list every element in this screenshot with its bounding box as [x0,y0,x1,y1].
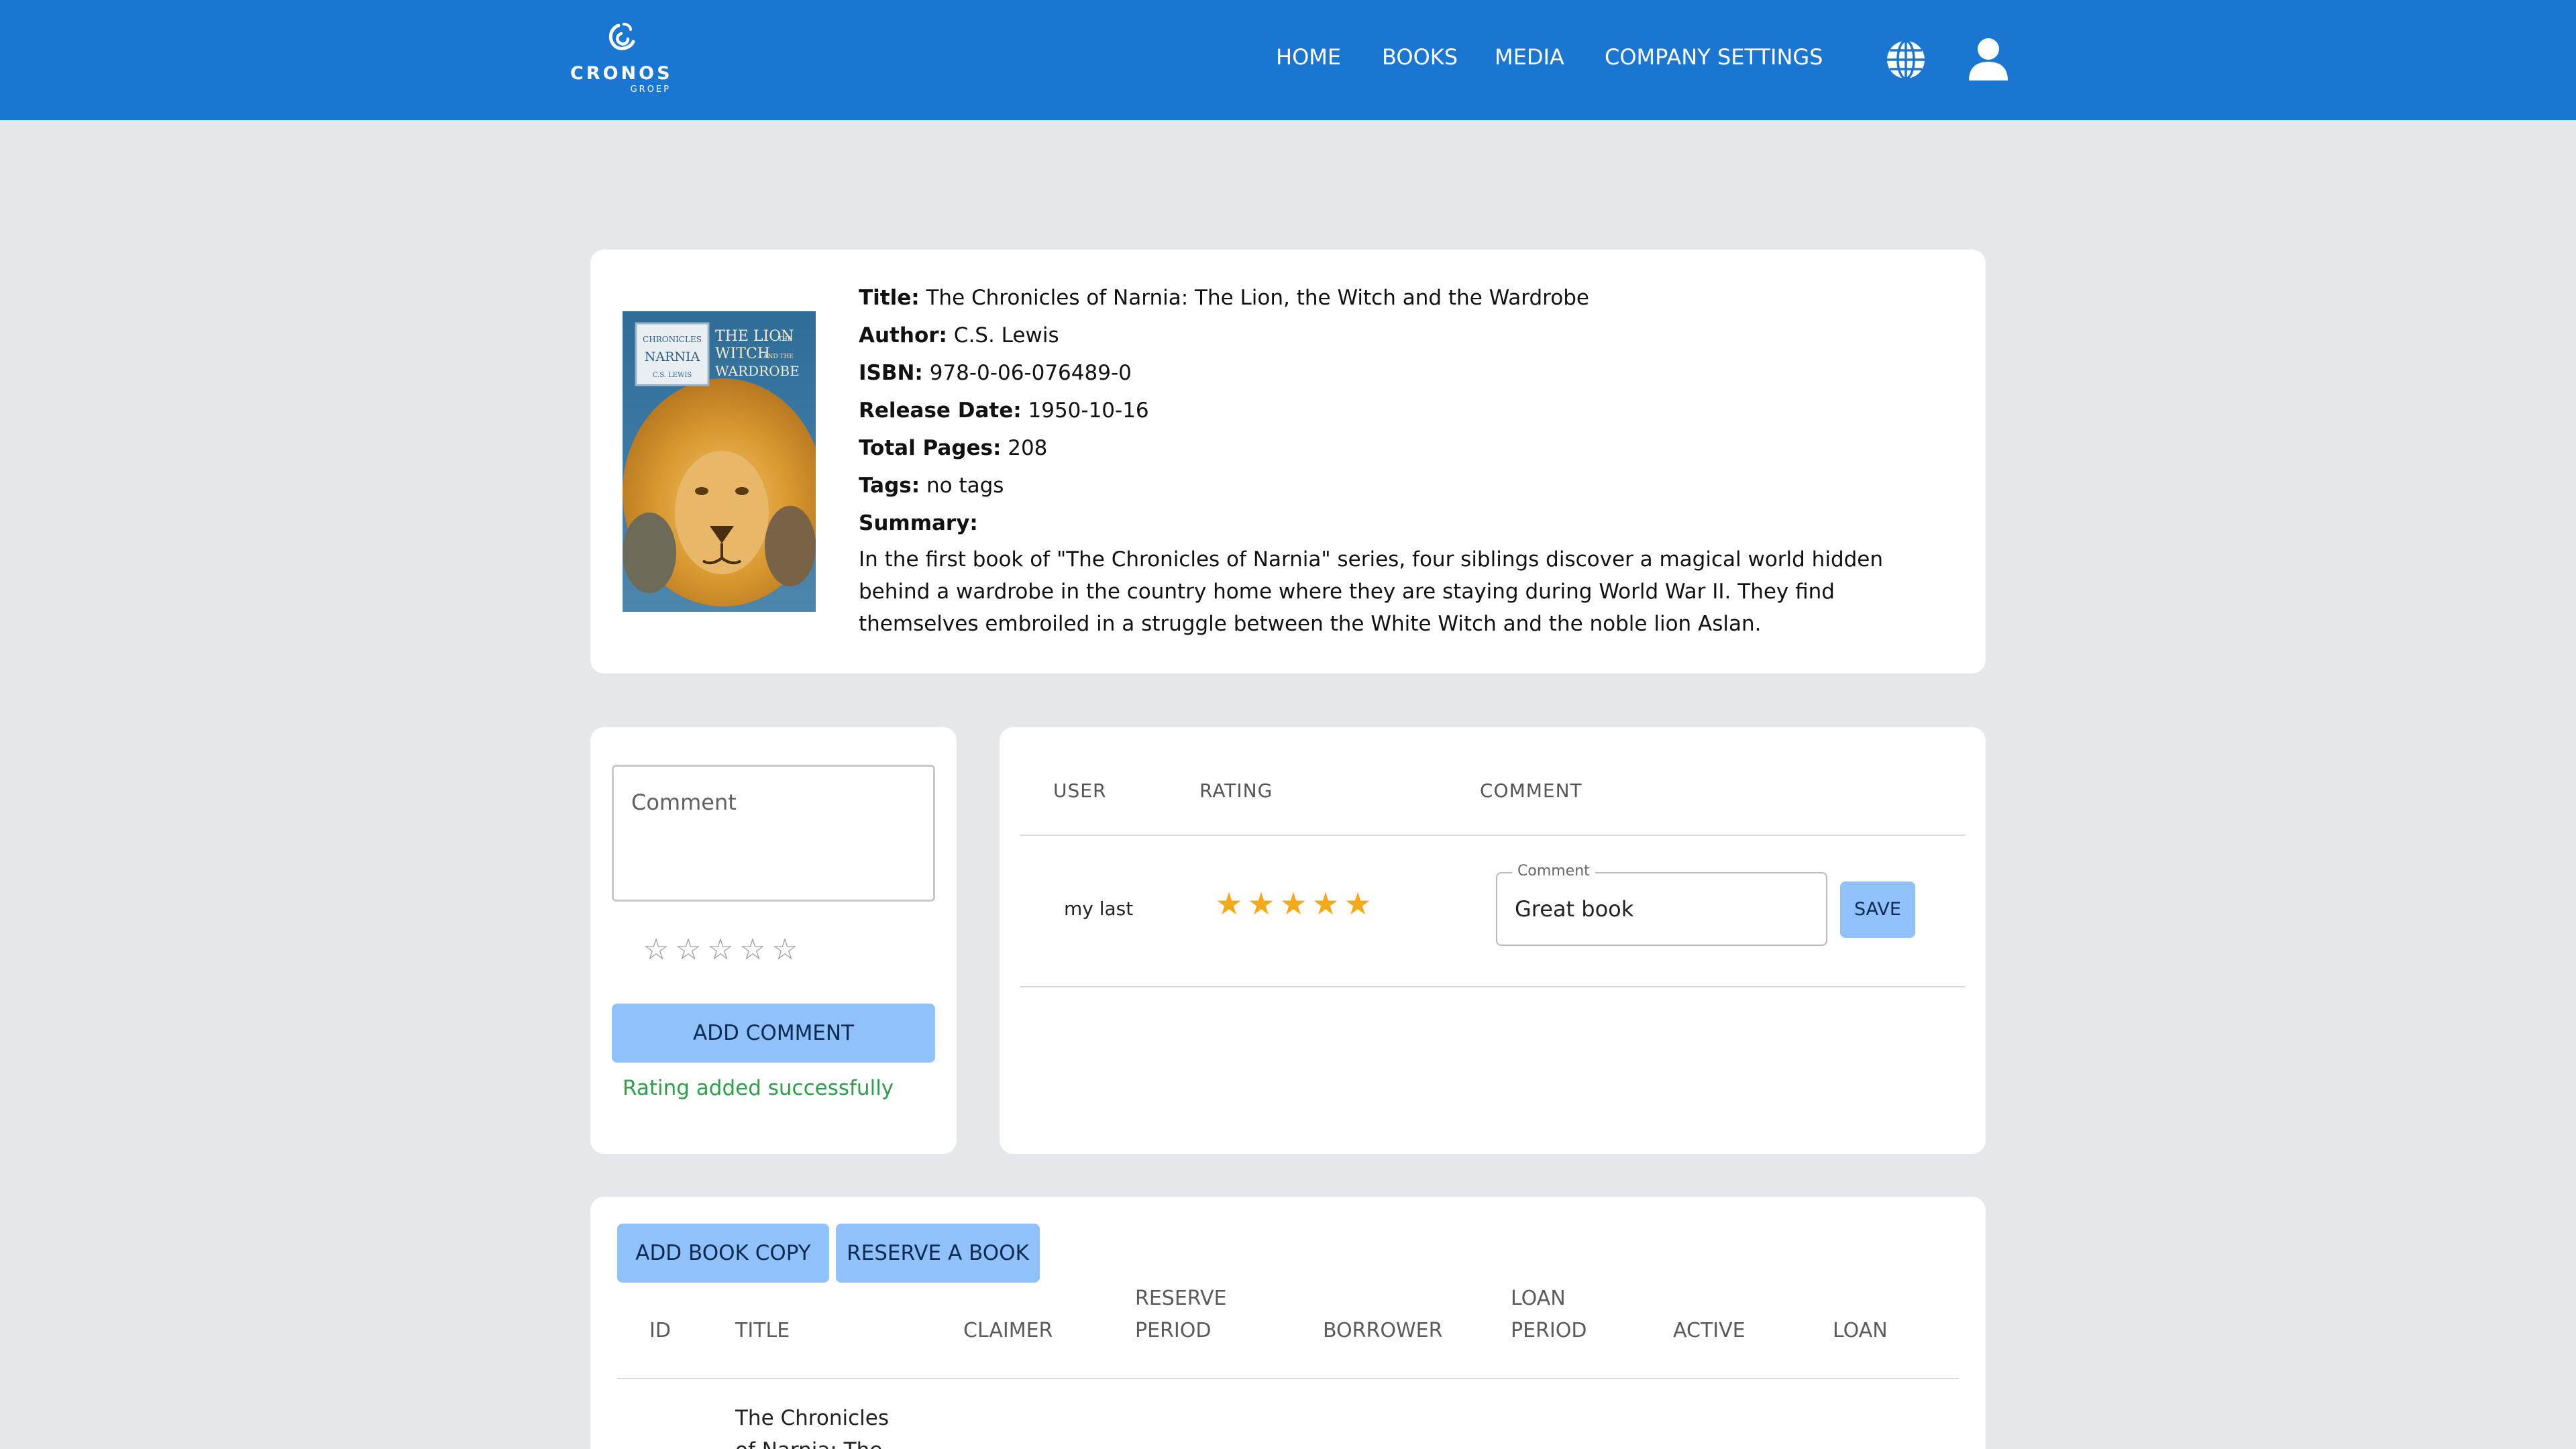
isbn-row: ISBN: 978-0-06-076489-0 [859,354,1905,392]
star-empty-icon[interactable]: ☆ [769,932,801,967]
rating-user: my last [1064,898,1134,920]
book-info: Title: The Chronicles of Narnia: The Lio… [859,279,1905,640]
column-header-borrower: BORROWER [1323,1319,1443,1342]
book-author: C.S. Lewis [953,323,1059,347]
cronos-logo[interactable]: CRONOS GROEP [570,23,672,98]
book-isbn: 978-0-06-076489-0 [929,361,1132,385]
isbn-label: ISBN: [859,361,923,385]
column-header-rating: RATING [1199,780,1273,802]
book-summary: In the first book of "The Chronicles of … [859,547,1884,636]
add-book-copy-button[interactable]: ADD BOOK COPY [617,1224,829,1283]
comment-field-value[interactable]: Great book [1515,896,1633,922]
star-filled-icon: ★ [1247,885,1275,922]
logo-subtitle: GROEP [630,85,671,95]
summary-label: Summary: [859,511,978,535]
nav-company-settings[interactable]: COMPANY SETTINGS [1605,44,1823,70]
column-header-claimer: CLAIMER [963,1319,1053,1342]
star-filled-icon: ★ [1311,885,1340,922]
nav-media[interactable]: MEDIA [1495,44,1564,70]
row-divider [1020,986,1966,987]
cover-and-the: AND THE [763,354,794,360]
logo-wordmark: CRONOS [570,63,673,84]
column-header-id: ID [649,1319,671,1342]
star-empty-icon[interactable]: ☆ [737,932,769,967]
pages-label: Total Pages: [859,436,1002,460]
comment-textarea[interactable]: Comment [612,765,935,902]
title-row: Title: The Chronicles of Narnia: The Lio… [859,279,1905,317]
copies-header-divider [617,1378,1959,1379]
title-label: Title: [859,286,920,310]
loan-period-line1: LOAN [1511,1287,1566,1310]
author-label: Author: [859,323,947,347]
star-filled-icon: ★ [1279,885,1307,922]
cover-subtitle-2: WITCH [715,345,770,362]
rating-stars: ★ ★ ★ ★ ★ [1213,885,1387,923]
loan-period-line2: PERIOD [1511,1319,1587,1342]
book-cover-image: CHRONICLES NARNIA C.S. LEWIS THE LION TH… [623,311,816,612]
star-filled-icon: ★ [1215,885,1243,922]
column-header-user: USER [1053,780,1107,802]
top-navbar: CRONOS GROEP HOME BOOKS MEDIA COMPANY SE… [0,0,2576,120]
cover-series-line1: CHRONICLES [643,335,702,344]
nav-books[interactable]: BOOKS [1382,44,1458,70]
release-row: Release Date: 1950-10-16 [859,392,1905,429]
column-header-loan-period: LOAN PERIOD [1511,1283,1587,1347]
tags-label: Tags: [859,474,920,498]
release-label: Release Date: [859,398,1022,423]
book-title: The Chronicles of Narnia: The Lion, the … [926,286,1589,310]
header-divider [1020,835,1966,836]
cover-series-line2: NARNIA [645,350,700,364]
book-pages: 208 [1008,436,1048,460]
rating-stars-input[interactable]: ☆ ☆ ☆ ☆ ☆ [640,932,801,973]
column-header-comment: COMMENT [1480,780,1582,802]
tags-row: Tags: no tags [859,467,1905,504]
star-empty-icon[interactable]: ☆ [704,932,737,967]
ratings-table-card: USER RATING COMMENT my last ★ ★ ★ ★ ★ Commen… [1000,727,1986,1154]
book-release-date: 1950-10-16 [1028,398,1149,423]
cover-the: THE [778,336,792,343]
copy-title-line1: The Chronicles [735,1406,889,1430]
copy-title-line2: of Narnia: The [735,1434,896,1449]
book-tags: no tags [926,474,1004,498]
comment-edit-field[interactable]: Comment Great book [1496,863,1827,946]
reserve-period-line2: PERIOD [1135,1319,1212,1342]
success-message: Rating added successfully [623,1076,894,1100]
book-details-card: CHRONICLES NARNIA C.S. LEWIS THE LION TH… [590,250,1986,674]
cover-author: C.S. LEWIS [653,372,692,379]
star-empty-icon[interactable]: ☆ [672,932,704,967]
copy-title-cell: The Chronicles of Narnia: The [735,1402,896,1449]
column-header-title: TITLE [735,1319,790,1342]
save-button[interactable]: SAVE [1840,881,1915,938]
pages-row: Total Pages: 208 [859,429,1905,467]
nav-home[interactable]: HOME [1276,44,1341,70]
summary-row: Summary: [859,504,1905,542]
user-account-icon[interactable] [1968,38,2009,80]
column-header-reserve-period: RESERVE PERIOD [1135,1283,1226,1347]
reserve-period-line1: RESERVE [1135,1287,1227,1310]
add-comment-card: Comment ☆ ☆ ☆ ☆ ☆ ADD COMMENT Rating added s… [590,727,957,1154]
star-empty-icon[interactable]: ☆ [640,932,672,967]
author-row: Author: C.S. Lewis [859,317,1905,354]
column-header-active: ACTIVE [1673,1319,1746,1342]
column-header-loan: LOAN [1833,1319,1888,1342]
book-copies-card: ADD BOOK COPY RESERVE A BOOK ID TITLE CL… [590,1197,1986,1449]
logo-swirl-icon [608,23,635,50]
globe-icon[interactable] [1885,39,1927,80]
cover-subtitle-3: WARDROBE [715,363,800,379]
reserve-book-button[interactable]: RESERVE A BOOK [836,1224,1040,1283]
comment-field-label: Comment [1512,863,1595,879]
add-comment-button[interactable]: ADD COMMENT [612,1004,935,1063]
star-filled-icon: ★ [1344,885,1372,922]
